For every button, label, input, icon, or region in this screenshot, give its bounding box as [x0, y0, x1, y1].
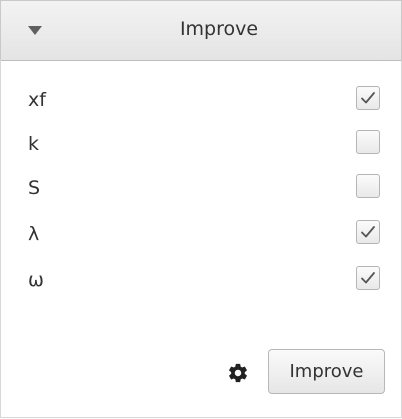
checkmark-icon	[361, 272, 375, 284]
improve-panel: Improve xf k S λ ω Improve	[0, 0, 402, 419]
panel-header[interactable]	[0, 0, 402, 61]
option-row-omega: ω	[28, 262, 388, 298]
option-row-k: k	[28, 126, 388, 162]
option-row-s: S	[28, 170, 388, 206]
improve-button[interactable]: Improve	[268, 349, 385, 394]
option-label: k	[28, 133, 40, 155]
option-label: ω	[28, 269, 44, 291]
option-label: xf	[28, 89, 46, 111]
checkmark-icon	[361, 226, 375, 238]
option-checkbox[interactable]	[356, 86, 380, 110]
option-checkbox[interactable]	[356, 174, 380, 198]
option-checkbox[interactable]	[356, 220, 380, 244]
option-label: S	[28, 177, 41, 199]
option-row-xf: xf	[28, 82, 388, 118]
checkmark-icon	[361, 92, 375, 104]
option-label: λ	[28, 223, 40, 245]
option-row-lambda: λ	[28, 216, 388, 252]
gear-icon[interactable]	[227, 362, 249, 384]
chevron-down-icon[interactable]	[28, 26, 42, 35]
option-checkbox[interactable]	[356, 130, 380, 154]
option-checkbox[interactable]	[356, 266, 380, 290]
